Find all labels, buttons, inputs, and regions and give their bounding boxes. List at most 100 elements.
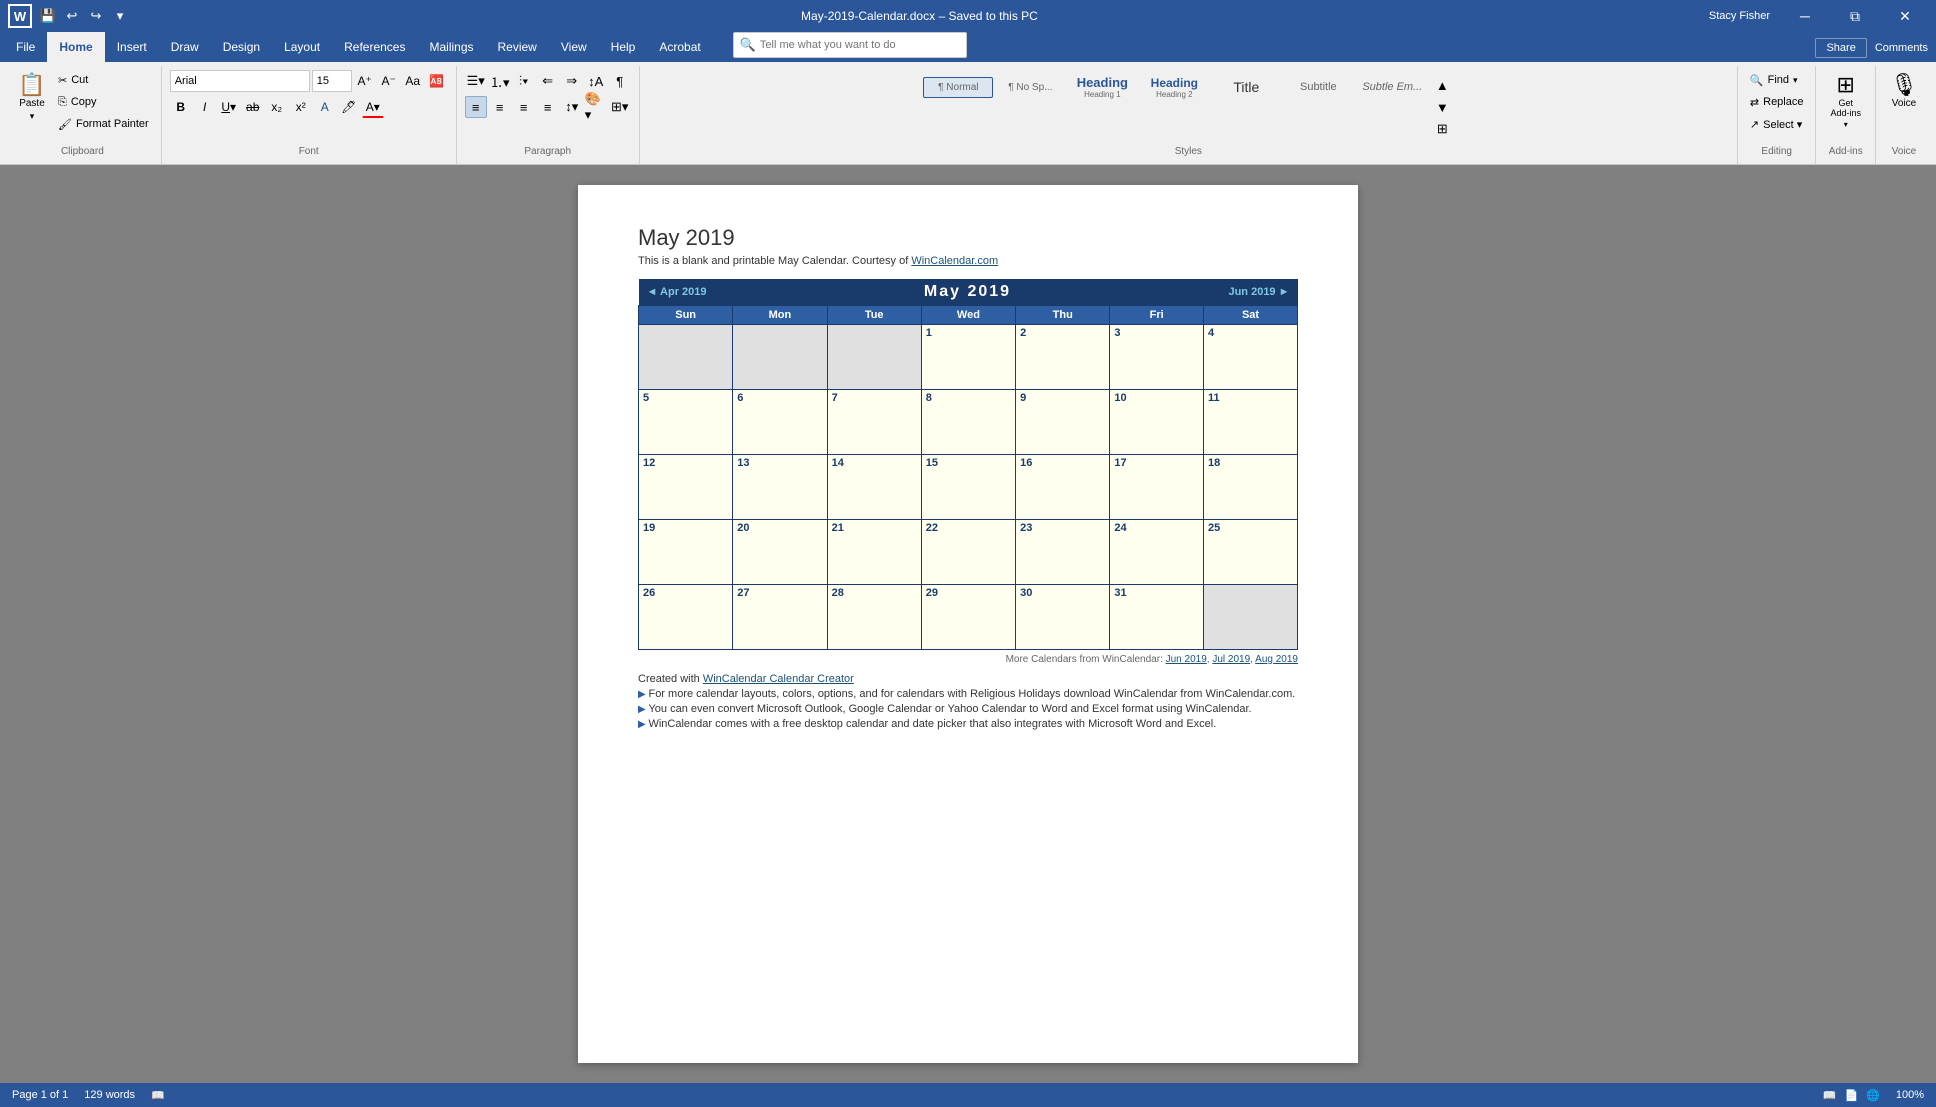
web-layout-button[interactable]: 🌐: [1866, 1089, 1880, 1102]
align-center-button[interactable]: ≡: [489, 96, 511, 118]
calendar-cell-30: 30: [1016, 585, 1110, 650]
show-hide-button[interactable]: ¶: [609, 70, 631, 92]
calendar-cell-2: 2: [1016, 325, 1110, 390]
align-left-button[interactable]: ≡: [465, 96, 487, 118]
tab-layout[interactable]: Layout: [272, 32, 332, 62]
restore-button[interactable]: ⧉: [1832, 0, 1878, 32]
style-normal[interactable]: ¶ Normal: [923, 77, 993, 98]
get-addins-button[interactable]: ⊞ GetAdd-ins ▾: [1824, 70, 1867, 133]
user-name: Stacy Fisher: [1709, 10, 1770, 22]
multilevel-list-button[interactable]: ⫶▾: [513, 70, 535, 92]
select-button[interactable]: ↗ Select ▾: [1746, 114, 1806, 134]
jun-link[interactable]: Jun 2019: [1166, 654, 1207, 665]
aug-link[interactable]: Aug 2019: [1255, 654, 1298, 665]
share-button[interactable]: Share: [1815, 38, 1866, 58]
font-label: Font: [170, 144, 448, 160]
font-name-input[interactable]: [170, 70, 310, 92]
font-content: A⁺ A⁻ Aa 🆎 B I U▾ ab x₂ x² A 🖊 A▾: [170, 70, 448, 144]
prev-month-link[interactable]: ◄ Apr 2019: [647, 286, 707, 298]
font-size-input[interactable]: [312, 70, 352, 92]
style-title[interactable]: Title: [1211, 74, 1281, 100]
calendar-cell-28: 28: [827, 585, 921, 650]
subscript-button[interactable]: x₂: [266, 96, 288, 118]
text-effects-button[interactable]: A: [314, 96, 336, 118]
align-right-button[interactable]: ≡: [513, 96, 535, 118]
proofing-icon[interactable]: 📖: [151, 1089, 165, 1102]
jul-link[interactable]: Jul 2019: [1212, 654, 1250, 665]
tab-acrobat[interactable]: Acrobat: [647, 32, 712, 62]
tab-references[interactable]: References: [332, 32, 417, 62]
tab-file[interactable]: File: [4, 32, 47, 62]
tab-view[interactable]: View: [549, 32, 599, 62]
sort-button[interactable]: ↕A: [585, 70, 607, 92]
bold-button[interactable]: B: [170, 96, 192, 118]
tab-insert[interactable]: Insert: [105, 32, 159, 62]
numbering-button[interactable]: ⒈▾: [489, 70, 511, 92]
tab-help[interactable]: Help: [599, 32, 648, 62]
customize-qat-button[interactable]: ▾: [110, 6, 130, 26]
tab-mailings[interactable]: Mailings: [417, 32, 485, 62]
borders-button[interactable]: ⊞▾: [609, 96, 631, 118]
day-header-fri: Fri: [1110, 306, 1204, 325]
autosave-toggle[interactable]: 💾: [38, 6, 58, 26]
text-highlight-button[interactable]: 🖊: [338, 96, 360, 118]
tab-draw[interactable]: Draw: [159, 32, 211, 62]
replace-button[interactable]: ⇄ Replace: [1746, 92, 1808, 112]
style-subtitle[interactable]: Subtitle: [1283, 76, 1353, 98]
undo-button[interactable]: ↩: [62, 6, 82, 26]
find-button[interactable]: 🔍 Find ▾: [1746, 70, 1802, 90]
font-color-button[interactable]: A▾: [362, 96, 384, 118]
next-month-link[interactable]: Jun 2019 ►: [1228, 286, 1289, 298]
minimize-button[interactable]: ─: [1782, 0, 1828, 32]
style-heading2[interactable]: Heading Heading 2: [1139, 71, 1209, 104]
addins-icon: ⊞: [1837, 74, 1855, 96]
change-case-button[interactable]: Aa: [402, 70, 424, 92]
font-format-row: B I U▾ ab x₂ x² A 🖊 A▾: [170, 96, 384, 118]
clear-formatting-button[interactable]: 🆎: [426, 70, 448, 92]
italic-button[interactable]: I: [194, 96, 216, 118]
styles-scroll-up[interactable]: ▲: [1431, 74, 1453, 96]
comments-button[interactable]: Comments: [1875, 42, 1928, 54]
justify-button[interactable]: ≡: [537, 96, 559, 118]
superscript-button[interactable]: x²: [290, 96, 312, 118]
calendar-creator-link[interactable]: WinCalendar Calendar Creator: [703, 673, 854, 685]
search-input[interactable]: [760, 39, 960, 51]
read-mode-button[interactable]: 📖: [1823, 1089, 1837, 1102]
redo-button[interactable]: ↪: [86, 6, 106, 26]
line-spacing-button[interactable]: ↕▾: [561, 96, 583, 118]
underline-button[interactable]: U▾: [218, 96, 240, 118]
calendar-cell-16: 16: [1016, 455, 1110, 520]
tab-design[interactable]: Design: [211, 32, 272, 62]
print-layout-button[interactable]: 📄: [1844, 1089, 1858, 1102]
decrease-indent-button[interactable]: ⇐: [537, 70, 559, 92]
calendar-cell-31: 31: [1110, 585, 1204, 650]
styles-scroll-down[interactable]: ▼: [1431, 96, 1453, 118]
paragraph-content: ☰▾ ⒈▾ ⫶▾ ⇐ ⇒ ↕A ¶ ≡ ≡ ≡ ≡ ↕▾ 🎨▾ ⊞▾: [465, 70, 631, 144]
copy-icon: ⎘: [58, 96, 67, 109]
cut-button[interactable]: ✂ Cut: [54, 70, 153, 90]
shading-button[interactable]: 🎨▾: [585, 96, 607, 118]
document-subtitle: This is a blank and printable May Calend…: [638, 255, 1298, 267]
style-no-spacing[interactable]: ¶ No Sp...: [995, 77, 1065, 98]
increase-indent-button[interactable]: ⇒: [561, 70, 583, 92]
format-painter-icon: 🖌: [58, 118, 72, 131]
strikethrough-button[interactable]: ab: [242, 96, 264, 118]
font-grow-button[interactable]: A⁺: [354, 70, 376, 92]
close-button[interactable]: ✕: [1882, 0, 1928, 32]
font-shrink-button[interactable]: A⁻: [378, 70, 400, 92]
style-subtle-em[interactable]: Subtle Em...: [1355, 76, 1429, 98]
format-painter-button[interactable]: 🖌 Format Painter: [54, 114, 153, 134]
tab-review[interactable]: Review: [486, 32, 549, 62]
copy-button[interactable]: ⎘ Copy: [54, 92, 153, 112]
credit-bullet-1: For more calendar layouts, colors, optio…: [638, 688, 1298, 700]
wincalendar-link[interactable]: WinCalendar.com: [911, 255, 998, 267]
voice-content: 🎙 Voice: [1884, 70, 1924, 144]
bullets-button[interactable]: ☰▾: [465, 70, 487, 92]
dictate-button[interactable]: 🎙 Voice: [1884, 70, 1924, 113]
styles-expand[interactable]: ⊞: [1431, 118, 1453, 140]
style-heading1[interactable]: Heading Heading 1: [1067, 70, 1137, 104]
clipboard-label: Clipboard: [12, 144, 153, 160]
paste-button[interactable]: 📋 Paste ▾: [12, 70, 52, 126]
tab-home[interactable]: Home: [47, 32, 104, 62]
tell-me-searchbar[interactable]: 🔍: [733, 32, 967, 58]
